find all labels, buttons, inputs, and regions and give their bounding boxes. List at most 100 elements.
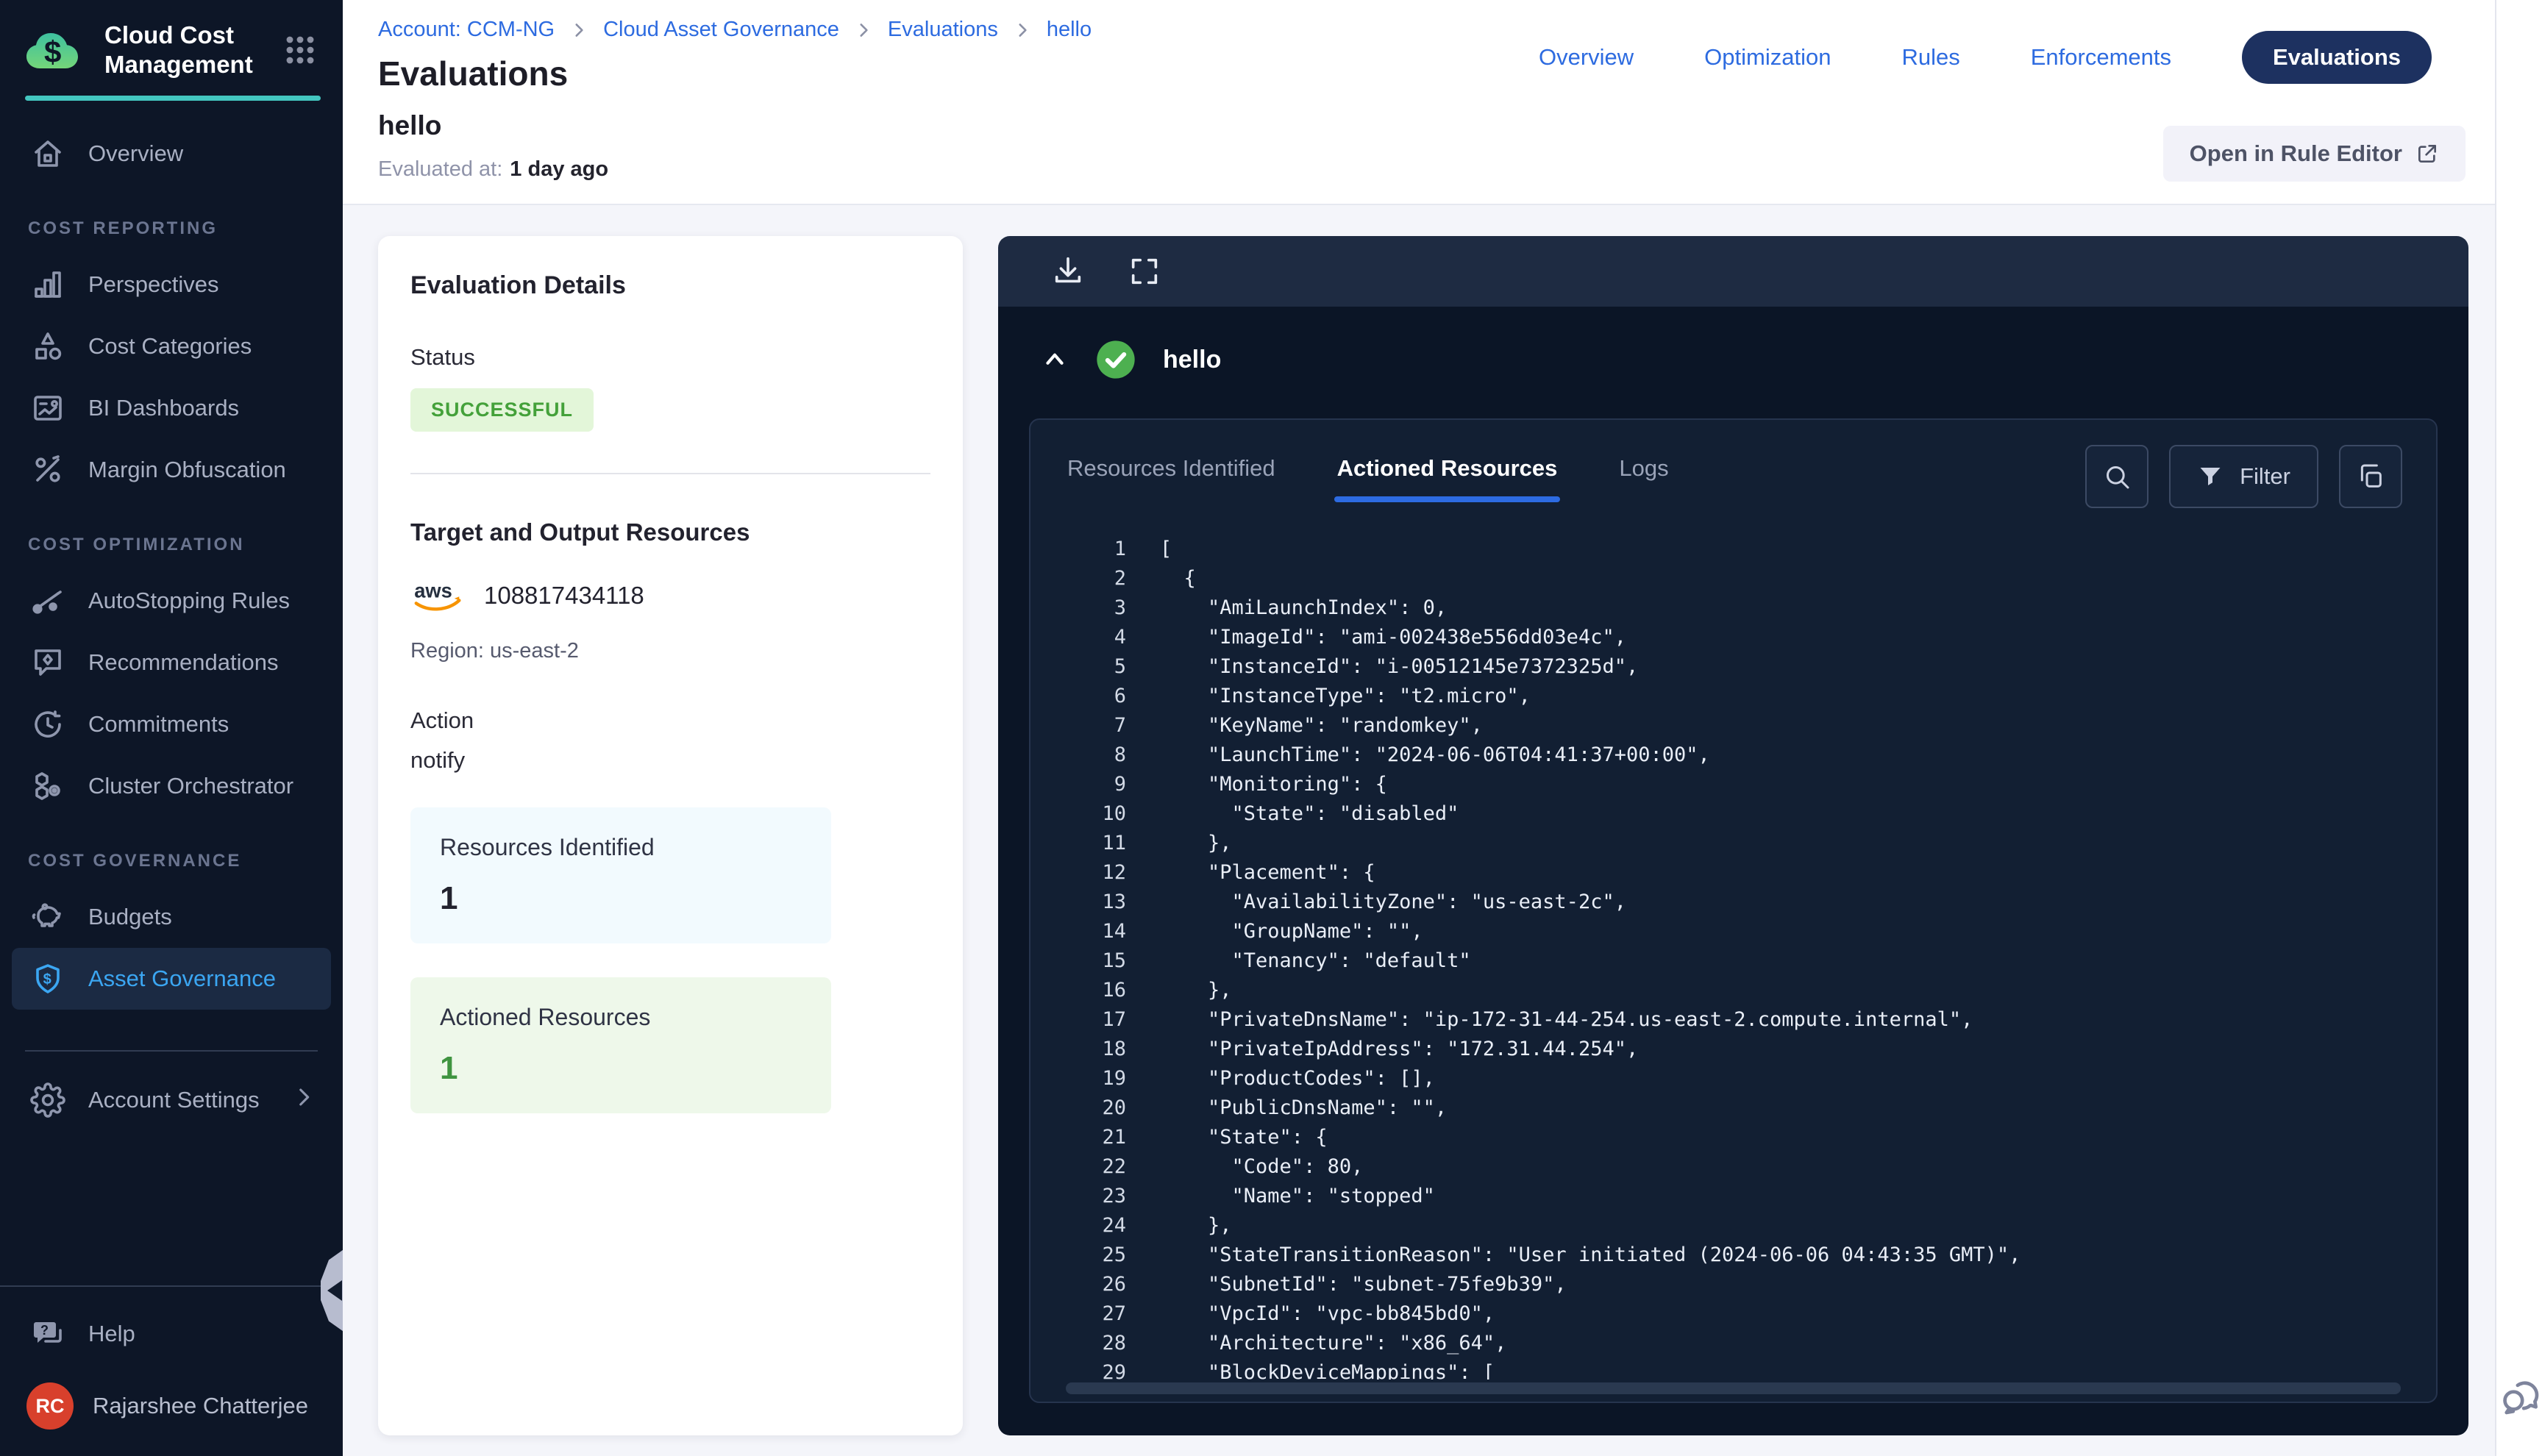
line-number: 8 bbox=[1073, 741, 1126, 770]
sidebar-item-recommendations[interactable]: Recommendations bbox=[12, 632, 331, 693]
sidebar-item-help[interactable]: ? Help bbox=[12, 1303, 331, 1365]
sidebar-item-cost-categories[interactable]: Cost Categories bbox=[12, 315, 331, 377]
sidebar-item-asset-governance[interactable]: $Asset Governance bbox=[12, 948, 331, 1010]
filter-funnel-icon bbox=[2197, 463, 2224, 490]
code-line: 4 "ImageId": "ami-002438e556dd03e4c", bbox=[1073, 623, 2402, 652]
sidebar-item-label: Margin Obfuscation bbox=[88, 457, 286, 483]
line-content: "Architecture": "x86_64", bbox=[1160, 1329, 1506, 1358]
code-line: 11 }, bbox=[1073, 829, 2402, 858]
nav-link-overview[interactable]: Overview bbox=[1539, 44, 1634, 71]
code-line: 16 }, bbox=[1073, 976, 2402, 1005]
open-in-rule-editor-button[interactable]: Open in Rule Editor bbox=[2163, 126, 2466, 182]
actioned-resources-box: Actioned Resources 1 bbox=[410, 977, 831, 1113]
line-number: 27 bbox=[1073, 1299, 1126, 1329]
sidebar-item-commitments[interactable]: Commitments bbox=[12, 693, 331, 755]
status-label: Status bbox=[410, 344, 930, 371]
tab-resources-identified[interactable]: Resources Identified bbox=[1064, 445, 1278, 502]
line-number: 10 bbox=[1073, 799, 1126, 829]
line-number: 11 bbox=[1073, 829, 1126, 858]
logo-underline bbox=[25, 96, 321, 101]
line-number: 1 bbox=[1073, 535, 1126, 564]
copy-icon bbox=[2356, 462, 2385, 491]
app-grid-icon[interactable] bbox=[280, 29, 321, 71]
breadcrumb-link[interactable]: hello bbox=[1047, 18, 1092, 42]
line-content: "InstanceType": "t2.micro", bbox=[1160, 682, 1531, 711]
line-number: 19 bbox=[1073, 1064, 1126, 1093]
sidebar-item-budgets[interactable]: Budgets bbox=[12, 886, 331, 948]
breadcrumb-link[interactable]: Account: CCM-NG bbox=[378, 18, 555, 42]
search-button[interactable] bbox=[2085, 445, 2148, 508]
sidebar-item-label: Cost Categories bbox=[88, 333, 252, 360]
json-code-viewer[interactable]: 1[2 {3 "AmiLaunchIndex": 0,4 "ImageId": … bbox=[1064, 535, 2402, 1380]
line-number: 23 bbox=[1073, 1182, 1126, 1211]
sidebar-item-label: Account Settings bbox=[88, 1087, 260, 1113]
tabs: Resources Identified Actioned Resources Lo… bbox=[1064, 445, 1728, 502]
tab-actioned-resources[interactable]: Actioned Resources bbox=[1334, 445, 1561, 502]
line-content: }, bbox=[1160, 1211, 1232, 1241]
sidebar: $ Cloud Cost Management OverviewCOST REP… bbox=[0, 0, 343, 1456]
code-line: 19 "ProductCodes": [], bbox=[1073, 1064, 2402, 1093]
sidebar-item-account-settings[interactable]: Account Settings bbox=[12, 1069, 331, 1131]
evaluation-output-panel: hello Resources Identified Actioned Resou… bbox=[998, 236, 2468, 1435]
horizontal-scrollbar[interactable] bbox=[1066, 1382, 2401, 1394]
breadcrumb-link[interactable]: Evaluations bbox=[888, 18, 998, 42]
line-content: "Code": 80, bbox=[1160, 1152, 1363, 1182]
code-line: 15 "Tenancy": "default" bbox=[1073, 946, 2402, 976]
copy-button[interactable] bbox=[2339, 445, 2402, 508]
sidebar-section-label: COST GOVERNANCE bbox=[0, 817, 343, 886]
code-line: 21 "State": { bbox=[1073, 1123, 2402, 1152]
breadcrumb-link[interactable]: Cloud Asset Governance bbox=[603, 18, 839, 42]
code-line: 12 "Placement": { bbox=[1073, 858, 2402, 888]
line-content: "SubnetId": "subnet-75fe9b39", bbox=[1160, 1270, 1567, 1299]
percent-icon bbox=[26, 451, 69, 489]
sidebar-item-anomalies[interactable]: Anomalies bbox=[12, 1010, 331, 1025]
download-button[interactable] bbox=[1051, 254, 1085, 288]
external-link-icon bbox=[2415, 142, 2439, 165]
line-content: "State": "disabled" bbox=[1160, 799, 1459, 829]
rule-name: hello bbox=[1163, 346, 1221, 374]
line-content: "Monitoring": { bbox=[1160, 770, 1387, 799]
action-value: notify bbox=[410, 747, 930, 774]
nav-link-optimization[interactable]: Optimization bbox=[1704, 44, 1831, 71]
fullscreen-button[interactable] bbox=[1128, 254, 1161, 288]
download-icon bbox=[1051, 254, 1085, 288]
line-content: { bbox=[1160, 564, 1196, 593]
nav-link-evaluations-active[interactable]: Evaluations bbox=[2242, 31, 2432, 84]
nav-link-rules[interactable]: Rules bbox=[1901, 44, 1959, 71]
sidebar-item-margin-obfuscation[interactable]: Margin Obfuscation bbox=[12, 439, 331, 501]
sidebar-item-perspectives[interactable]: Perspectives bbox=[12, 254, 331, 315]
nav-link-enforcements[interactable]: Enforcements bbox=[2031, 44, 2171, 71]
line-content: "AmiLaunchIndex": 0, bbox=[1160, 593, 1447, 623]
line-number: 25 bbox=[1073, 1241, 1126, 1270]
line-content: "PublicDnsName": "", bbox=[1160, 1093, 1447, 1123]
sidebar-item-autostopping-rules[interactable]: AutoStopping Rules bbox=[12, 570, 331, 632]
line-content: "PrivateIpAddress": "172.31.44.254", bbox=[1160, 1035, 1638, 1064]
line-content: "LaunchTime": "2024-06-06T04:41:37+00:00… bbox=[1160, 741, 1710, 770]
code-line: 24 }, bbox=[1073, 1211, 2402, 1241]
line-number: 18 bbox=[1073, 1035, 1126, 1064]
autostopping-icon bbox=[26, 582, 69, 620]
aws-account-id: 108817434118 bbox=[484, 582, 644, 610]
collapse-section-button[interactable] bbox=[1041, 346, 1069, 374]
sidebar-item-cluster-orchestrator[interactable]: Cluster Orchestrator bbox=[12, 755, 331, 817]
line-number: 12 bbox=[1073, 858, 1126, 888]
sidebar-item-overview[interactable]: Overview bbox=[12, 123, 331, 185]
line-number: 24 bbox=[1073, 1211, 1126, 1241]
feedback-chat-icon[interactable] bbox=[2496, 1372, 2542, 1421]
app-title: Cloud Cost Management bbox=[104, 21, 280, 79]
evaluation-details-card: Evaluation Details Status SUCCESSFUL Tar… bbox=[378, 236, 963, 1435]
code-line: 10 "State": "disabled" bbox=[1073, 799, 2402, 829]
line-number: 21 bbox=[1073, 1123, 1126, 1152]
code-line: 14 "GroupName": "", bbox=[1073, 917, 2402, 946]
code-line: 28 "Architecture": "x86_64", bbox=[1073, 1329, 2402, 1358]
aws-logo-icon: aws bbox=[410, 577, 468, 614]
stat-label: Resources Identified bbox=[440, 834, 802, 861]
tab-logs[interactable]: Logs bbox=[1616, 445, 1671, 502]
bar-chart-icon bbox=[26, 265, 69, 304]
sidebar-item-bi-dashboards[interactable]: BI Dashboards bbox=[12, 377, 331, 439]
user-row[interactable]: RC Rajarshee Chatterjee bbox=[0, 1365, 343, 1434]
target-resources-heading: Target and Output Resources bbox=[410, 518, 930, 546]
filter-button[interactable]: Filter bbox=[2169, 445, 2318, 508]
evaluation-name: hello bbox=[378, 110, 608, 141]
region-text: Region: us-east-2 bbox=[410, 639, 930, 663]
